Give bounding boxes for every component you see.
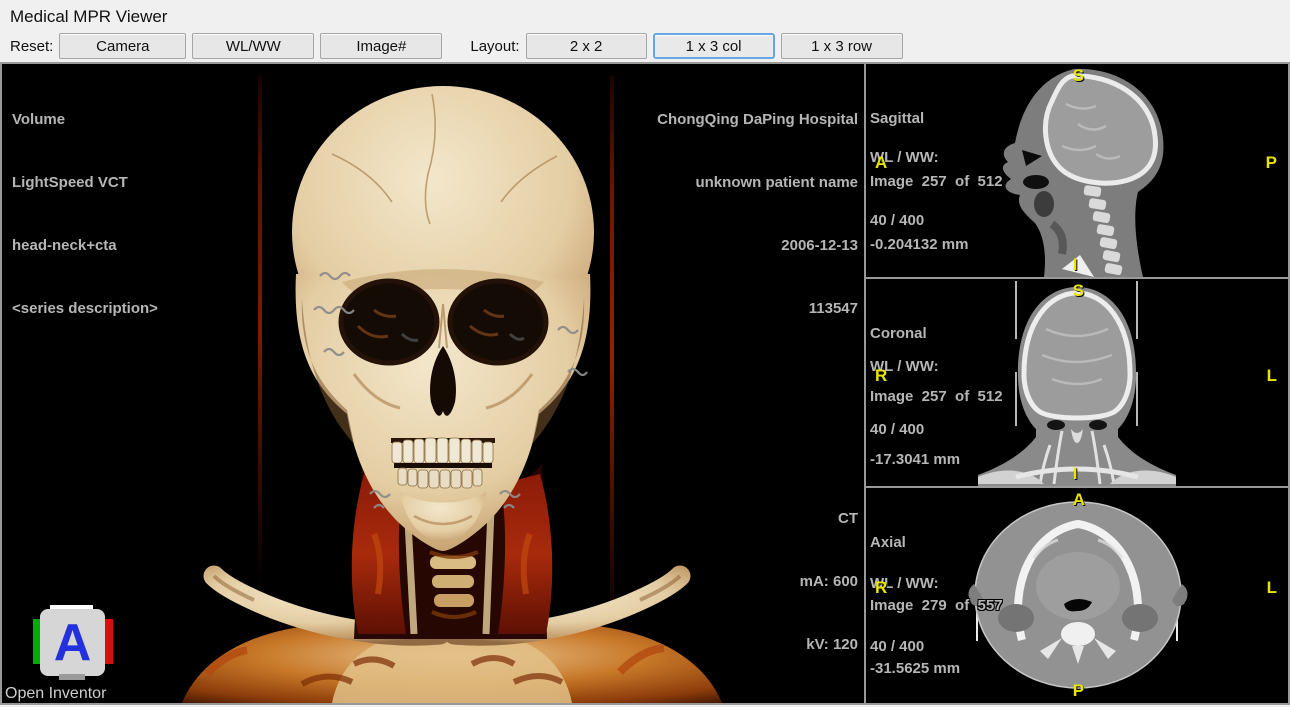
toolbar: Reset: Camera WL/WW Image# Layout: 2 x 2… xyxy=(0,30,1290,62)
series-line: <series description> xyxy=(12,298,158,319)
patient-info-overlay: ChongQing DaPing Hospital unknown patien… xyxy=(657,67,858,361)
kv-value: kV: 120 xyxy=(800,634,858,655)
series-line: LightSpeed VCT xyxy=(12,172,158,193)
reset-wlww-button[interactable]: WL/WW xyxy=(192,33,314,59)
patient-name: unknown patient name xyxy=(657,172,858,193)
orientation-left-side: L xyxy=(1267,366,1277,386)
orientation-superior: S xyxy=(1073,281,1084,301)
orientation-inferior: I xyxy=(1073,255,1078,275)
sagittal-wlww-overlay: WL / WW: 40 / 400 xyxy=(870,105,939,273)
ma-value: mA: 600 xyxy=(800,571,858,592)
wl-value: 40 / 400 xyxy=(870,210,939,231)
orientation-right-side: R xyxy=(875,578,887,598)
series-line: head-neck+cta xyxy=(12,235,158,256)
volume-3d-viewport[interactable]: Volume LightSpeed VCT head-neck+cta <ser… xyxy=(2,64,864,703)
open-inventor-caption: Open Inventor xyxy=(5,685,106,703)
orientation-posterior: P xyxy=(1073,681,1084,701)
logo-right-tab xyxy=(104,619,113,664)
coronal-viewport[interactable]: Coronal Image 257 of 512 -17.3041 mm WL … xyxy=(866,279,1288,486)
layout-1x3row-button[interactable]: 1 x 3 row xyxy=(781,33,903,59)
titlebar: Medical MPR Viewer xyxy=(0,0,1290,32)
layout-label: Layout: xyxy=(470,38,519,55)
study-date: 2006-12-13 xyxy=(657,235,858,256)
series-info-overlay: Volume LightSpeed VCT head-neck+cta <ser… xyxy=(12,67,158,361)
coronal-wlww-overlay: WL / WW: 40 / 400 xyxy=(870,314,939,482)
orientation-right-side: R xyxy=(875,366,887,386)
layout-1x3col-button[interactable]: 1 x 3 col xyxy=(653,33,775,59)
reset-camera-button[interactable]: Camera xyxy=(59,33,186,59)
reset-label: Reset: xyxy=(10,38,53,55)
orientation-left-side: L xyxy=(1267,578,1277,598)
wl-value: 40 / 400 xyxy=(870,636,939,657)
open-inventor-logo: A xyxy=(33,605,113,681)
viewer-grid: Volume LightSpeed VCT head-neck+cta <ser… xyxy=(0,62,1290,705)
hospital-name: ChongQing DaPing Hospital xyxy=(657,109,858,130)
orientation-inferior: I xyxy=(1073,464,1078,484)
wl-value: 40 / 400 xyxy=(870,419,939,440)
study-time: 113547 xyxy=(657,298,858,319)
modality: CT xyxy=(800,508,858,529)
orientation-anterior: A xyxy=(1073,490,1085,510)
app-window: Medical MPR Viewer Reset: Camera WL/WW I… xyxy=(0,0,1290,707)
layout-2x2-button[interactable]: 2 x 2 xyxy=(526,33,647,59)
orientation-anterior: A xyxy=(875,153,887,173)
series-line: Volume xyxy=(12,109,158,130)
acquisition-info-overlay: CT mA: 600 kV: 120 xyxy=(800,466,858,697)
axial-wlww-overlay: WL / WW: 40 / 400 xyxy=(870,531,939,699)
orientation-posterior: P xyxy=(1266,153,1277,173)
page-title: Medical MPR Viewer xyxy=(10,7,167,27)
reset-image-button[interactable]: Image# xyxy=(320,33,442,59)
teeth xyxy=(391,438,495,488)
sagittal-viewport[interactable]: Sagittal Image 257 of 512 -0.204132 mm W… xyxy=(866,64,1288,277)
logo-letter: A xyxy=(40,609,105,676)
orientation-superior: S xyxy=(1073,66,1084,86)
axial-viewport[interactable]: Axial Image 279 of 557 -31.5625 mm WL / … xyxy=(866,488,1288,703)
